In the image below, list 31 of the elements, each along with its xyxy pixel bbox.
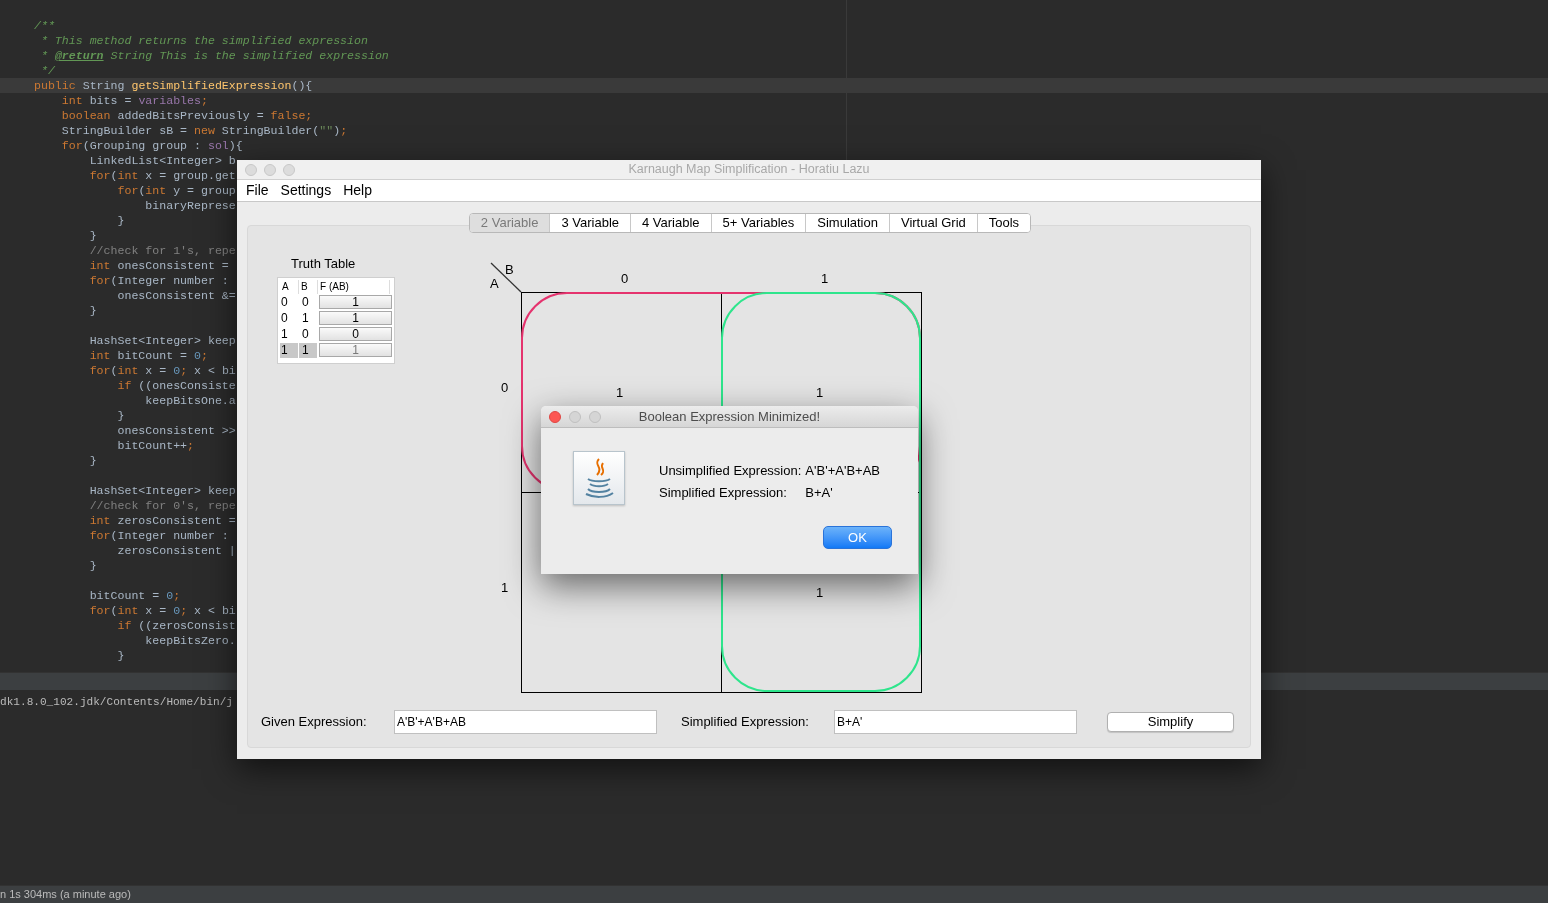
simplified-expression-field[interactable]: B+A': [834, 710, 1077, 734]
menu-item[interactable]: File: [240, 180, 275, 201]
tab[interactable]: Tools: [976, 214, 1031, 232]
status-text: n 1s 304ms (a minute ago): [0, 887, 131, 903]
simplified-expression-label: Simplified Expression:: [681, 713, 810, 732]
column-header: A: [280, 280, 299, 294]
given-expression-field[interactable]: A'B'+A'B+AB: [394, 710, 657, 734]
close-button[interactable]: [549, 411, 561, 423]
column-header: F (AB): [318, 280, 390, 294]
menu-item[interactable]: Settings: [274, 180, 338, 201]
simplify-button[interactable]: Simplify: [1107, 712, 1234, 732]
dialog-title: Boolean Expression Minimized!: [638, 407, 821, 426]
coffee-cup-icon: [573, 451, 625, 505]
table-cell: 1: [299, 342, 317, 358]
zoom-button[interactable]: [283, 164, 295, 176]
truth-table-title: Truth Table: [291, 256, 357, 272]
console-line: dk1.8.0_102.jdk/Contents/Home/bin/j: [0, 695, 234, 710]
given-expression-label: Given Expression:: [261, 713, 368, 732]
value-field[interactable]: 0: [319, 327, 392, 341]
zoom-button[interactable]: [589, 411, 601, 423]
diagonal-line: [490, 262, 522, 293]
column-header: B: [299, 280, 318, 294]
minimize-button[interactable]: [569, 411, 581, 423]
value-field[interactable]: 1: [319, 295, 392, 309]
minimize-button[interactable]: [264, 164, 276, 176]
table-cell: 1: [280, 342, 298, 358]
close-button[interactable]: [245, 164, 257, 176]
column-header: 0: [621, 270, 629, 288]
column-header: 1: [821, 270, 829, 288]
menu-item[interactable]: Help: [337, 180, 378, 201]
value-field[interactable]: 1: [319, 311, 392, 325]
